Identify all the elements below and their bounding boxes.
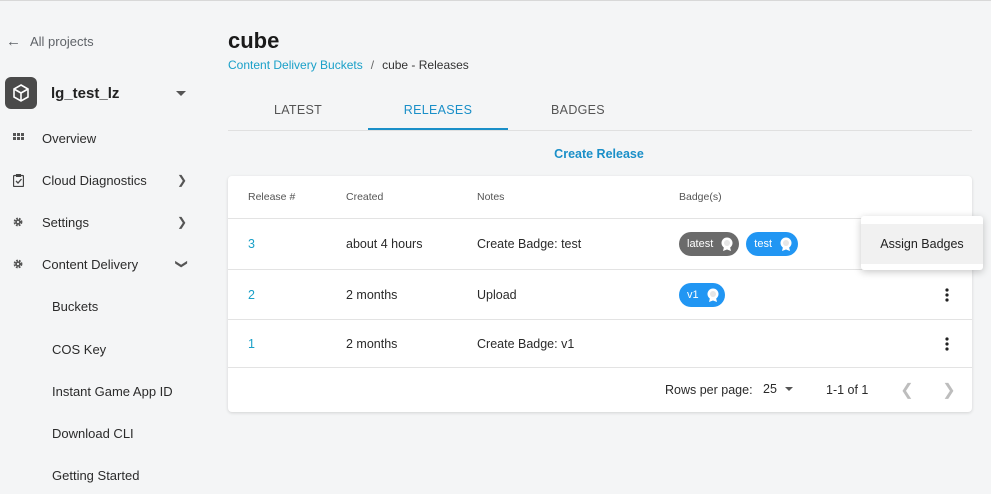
release-number-link[interactable]: 1 <box>248 320 255 367</box>
more-vert-icon[interactable] <box>940 320 954 367</box>
badge-chip[interactable]: latest <box>679 232 740 256</box>
breadcrumb: Content Delivery Buckets / cube - Releas… <box>228 58 469 72</box>
table-pagination: Rows per page: 25 1-1 of 1 ❮ ❯ <box>228 368 972 412</box>
badge-chip[interactable]: test <box>746 232 799 256</box>
next-page-button[interactable]: ❯ <box>938 378 960 402</box>
sidebar-item-label: Overview <box>42 130 97 146</box>
gear-icon <box>11 215 25 229</box>
created-cell: 2 months <box>346 287 398 302</box>
tab-releases[interactable]: RELEASES <box>368 90 508 130</box>
sidebar-subitem-instant-game-app-id[interactable]: Instant Game App ID <box>52 379 173 403</box>
chevron-down-icon: ❯ <box>175 258 189 270</box>
table-header: Release # Created Notes Badge(s) <box>228 176 972 219</box>
award-icon <box>704 286 722 304</box>
sidebar-item-settings[interactable]: Settings ❯ <box>0 207 200 237</box>
column-header-release: Release # <box>248 191 296 203</box>
sidebar-subitem-download-cli[interactable]: Download CLI <box>52 421 134 445</box>
sidebar-subitem-getting-started[interactable]: Getting Started <box>52 463 139 487</box>
assign-badges-menu-item[interactable]: Assign Badges <box>861 224 983 264</box>
back-label: All projects <box>30 34 94 49</box>
more-vert-icon[interactable] <box>940 270 954 319</box>
badge-label: v1 <box>687 288 699 301</box>
project-selector[interactable]: lg_test_lz <box>5 77 195 109</box>
back-to-projects-link[interactable]: ← All projects <box>6 33 94 50</box>
releases-table: Release # Created Notes Badge(s) 3 about… <box>228 176 972 412</box>
tab-badges[interactable]: BADGES <box>508 90 648 130</box>
sidebar: ← All projects lg_test_lz Overview Cloud… <box>0 0 205 494</box>
page-title: cube <box>228 28 280 53</box>
award-icon <box>718 235 736 253</box>
sidebar-item-label: Content Delivery <box>42 256 139 272</box>
pagination-range: 1-1 of 1 <box>826 383 869 397</box>
sidebar-item-label: Settings <box>42 214 89 230</box>
breadcrumb-separator: / <box>370 58 375 72</box>
rows-per-page-select[interactable]: 25 <box>763 382 793 396</box>
award-icon <box>777 235 795 253</box>
arrow-left-icon: ← <box>6 33 21 50</box>
chevron-right-icon: ❯ <box>176 215 188 229</box>
column-header-notes: Notes <box>477 191 505 203</box>
row-actions-menu: Assign Badges <box>861 216 983 270</box>
active-tab-indicator <box>368 128 508 130</box>
badge-label: latest <box>687 238 714 250</box>
tab-latest[interactable]: LATEST <box>228 90 368 130</box>
column-header-created: Created <box>346 191 384 203</box>
badge-label: test <box>754 238 773 250</box>
chevron-right-icon: ❯ <box>176 173 188 187</box>
grid-icon <box>11 131 25 145</box>
caret-down-icon <box>784 387 793 391</box>
sidebar-subitem-cos-key[interactable]: COS Key <box>52 337 106 361</box>
sidebar-item-cloud-diagnostics[interactable]: Cloud Diagnostics ❯ <box>0 165 200 195</box>
project-name: lg_test_lz <box>51 84 120 102</box>
badges-cell: latest test <box>679 219 805 269</box>
notes-cell: Create Badge: v1 <box>477 336 575 351</box>
sidebar-item-content-delivery[interactable]: Content Delivery ❯ <box>0 249 200 279</box>
table-row: 2 2 months Upload v1 <box>228 270 972 320</box>
sidebar-item-label: Cloud Diagnostics <box>42 172 147 188</box>
release-number-link[interactable]: 2 <box>248 270 255 319</box>
create-release-button[interactable]: Create Release <box>520 143 678 165</box>
release-number-link[interactable]: 3 <box>248 219 255 269</box>
notes-cell: Upload <box>477 287 517 302</box>
created-cell: 2 months <box>346 336 398 351</box>
rows-per-page-label: Rows per page: <box>665 383 753 397</box>
tab-bar: LATEST RELEASES BADGES <box>228 90 972 131</box>
badge-chip[interactable]: v1 <box>679 282 725 307</box>
sidebar-subitem-buckets[interactable]: Buckets <box>52 294 98 318</box>
notes-cell: Create Badge: test <box>477 237 582 251</box>
breadcrumb-current: cube - Releases <box>382 58 469 72</box>
caret-down-icon <box>176 90 186 96</box>
column-header-badges: Badge(s) <box>679 191 722 203</box>
previous-page-button[interactable]: ❮ <box>896 378 918 402</box>
gear-icon <box>11 257 25 271</box>
unity-logo-icon <box>5 77 37 109</box>
badges-cell: v1 <box>679 270 732 319</box>
created-cell: about 4 hours <box>346 237 423 251</box>
sidebar-item-overview[interactable]: Overview <box>0 123 200 153</box>
rows-per-page-value: 25 <box>763 382 777 396</box>
table-row: 1 2 months Create Badge: v1 <box>228 320 972 368</box>
clipboard-icon <box>11 173 25 187</box>
breadcrumb-link-buckets[interactable]: Content Delivery Buckets <box>228 58 363 72</box>
